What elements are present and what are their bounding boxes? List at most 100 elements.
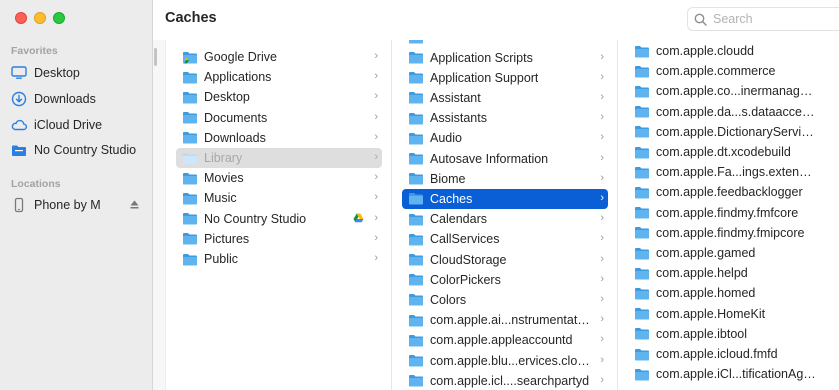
list-item[interactable]: com.apple.feedbacklogger›	[628, 182, 834, 202]
sidebar-scroll-strip	[153, 40, 166, 390]
list-item-label: CloudStorage	[430, 252, 507, 267]
folder-icon	[635, 186, 649, 199]
list-item[interactable]: com.apple.DictionaryServices›	[628, 122, 834, 142]
list-item[interactable]: com.apple.icl....searchpartyd ›	[402, 371, 608, 390]
close-button[interactable]	[15, 12, 27, 24]
locations-header: Locations	[11, 178, 61, 190]
scrollbar-thumb[interactable]	[154, 48, 157, 66]
list-item[interactable]: com.apple.helpd›	[628, 263, 834, 283]
sidebar-item-label: Desktop	[34, 66, 80, 80]
sidebar-item-phone[interactable]: Phone by M	[11, 194, 146, 216]
sidebar-item-desktop[interactable]: Desktop	[11, 62, 146, 84]
folder-icon	[409, 355, 423, 367]
eject-icon[interactable]	[129, 199, 140, 210]
folder-icon	[183, 253, 197, 265]
list-item[interactable]: Application Support ›	[402, 68, 608, 88]
folder-icon	[635, 146, 649, 158]
list-item[interactable]: com.apple.dt.xcodebuild›	[628, 142, 834, 162]
sidebar: Favorites Desktop Downloads iCloud Drive…	[0, 0, 153, 390]
list-item[interactable]: Calendars ›	[402, 209, 608, 229]
list-item-label: com.apple.Fa...ings.extension	[656, 165, 816, 180]
list-item[interactable]: com.apple.findmy.fmfcore›	[628, 203, 834, 223]
list-item-label: com.apple.da...s.dataaccessd	[656, 104, 816, 119]
list-item[interactable]: Downloads ›	[176, 128, 382, 148]
list-item[interactable]: Documents ›	[176, 108, 382, 128]
sidebar-item-no-country-studio[interactable]: No Country Studio	[11, 139, 146, 161]
folder-icon	[635, 368, 649, 381]
search-box[interactable]	[687, 7, 839, 31]
search-input[interactable]	[713, 12, 839, 26]
list-item[interactable]: Pictures ›	[176, 229, 382, 249]
chevron-right-icon: ›	[600, 191, 604, 204]
folder-icon	[409, 334, 423, 347]
list-item-label: com.apple.ibtool	[656, 326, 748, 341]
list-item-label: No Country Studio	[204, 211, 307, 226]
list-item-selected[interactable]: Caches ›	[402, 188, 608, 209]
folder-icon	[409, 274, 423, 286]
list-item[interactable]: com.apple.blu...ervices.cloud ›	[402, 351, 608, 371]
chevron-right-icon: ›	[374, 151, 378, 163]
list-item[interactable]: Library ›	[176, 148, 382, 168]
list-item[interactable]: Biome ›	[402, 169, 608, 189]
list-item[interactable]: com.apple.homed›	[628, 283, 834, 303]
list-item[interactable]: com.apple.ai...nstrumentation ›	[402, 310, 608, 330]
sidebar-item-icloud-drive[interactable]: iCloud Drive	[11, 114, 146, 136]
folder-icon	[183, 192, 197, 205]
list-item[interactable]: Desktop ›	[176, 87, 382, 107]
google-drive-folder-icon	[183, 51, 197, 63]
folder-icon	[409, 233, 423, 246]
list-item[interactable]: Assistant ›	[402, 88, 608, 108]
sidebar-item-label: Downloads	[34, 92, 96, 106]
list-item[interactable]: Applications ›	[176, 67, 382, 87]
chevron-right-icon: ›	[374, 130, 378, 143]
list-item[interactable]: Colors ›	[402, 290, 608, 310]
list-item[interactable]: Music ›	[176, 188, 382, 208]
search-icon	[694, 13, 707, 26]
list-item[interactable]: ColorPickers ›	[402, 270, 608, 290]
list-item[interactable]: com.apple.gamed›	[628, 243, 834, 263]
folder-icon	[183, 71, 197, 84]
list-item[interactable]: com.apple.findmy.fmipcore›	[628, 223, 834, 243]
folder-icon	[409, 153, 423, 165]
list-item[interactable]: No Country Studio ›	[176, 209, 382, 229]
folder-icon	[183, 112, 197, 124]
list-item-label: com.apple.icl....searchpartyd	[430, 373, 590, 388]
folder-icon	[183, 233, 197, 245]
list-item[interactable]: Movies ›	[176, 168, 382, 188]
list-item[interactable]: CallServices ›	[402, 229, 608, 249]
list-item-label: Pictures	[204, 231, 250, 246]
folder-icon	[635, 45, 649, 57]
list-item[interactable]: com.apple.Fa...ings.extension›	[628, 162, 834, 182]
folder-icon	[409, 132, 423, 145]
list-item[interactable]: com.apple.appleaccountd ›	[402, 330, 608, 350]
list-item[interactable]: com.apple.commerce›	[628, 61, 834, 81]
folder-icon	[635, 247, 649, 259]
list-item-label: Movies	[204, 171, 244, 186]
folder-icon	[183, 213, 197, 225]
list-item[interactable]: Google Drive ›	[176, 47, 382, 67]
list-item[interactable]: CloudStorage ›	[402, 250, 608, 270]
list-item[interactable]: Assistants ›	[402, 108, 608, 128]
list-item-label: ColorPickers	[430, 272, 501, 287]
minimize-button[interactable]	[34, 12, 46, 24]
list-item-label: com.apple.co...inermanagerd	[656, 84, 816, 99]
chevron-right-icon: ›	[600, 151, 604, 164]
zoom-button[interactable]	[53, 12, 65, 24]
list-item[interactable]: com.apple.co...inermanagerd›	[628, 81, 834, 101]
list-item[interactable]: Autosave Information ›	[402, 149, 608, 169]
folder-icon	[635, 207, 649, 219]
list-item[interactable]: com.apple.da...s.dataaccessd›	[628, 102, 834, 122]
sidebar-item-downloads[interactable]: Downloads	[11, 88, 146, 110]
list-item-partial[interactable]	[402, 40, 608, 47]
list-item[interactable]: com.apple.cloudd›	[628, 41, 834, 61]
list-item[interactable]: com.apple.icloud.fmfd›	[628, 344, 834, 364]
sidebar-item-label: Phone by M	[34, 198, 101, 212]
list-item[interactable]: Public ›	[176, 249, 382, 269]
list-item[interactable]: Application Scripts ›	[402, 48, 608, 68]
folder-icon	[409, 193, 423, 205]
list-item[interactable]: Audio ›	[402, 128, 608, 148]
list-item[interactable]: com.apple.ibtool›	[628, 324, 834, 344]
list-item[interactable]: com.apple.HomeKit›	[628, 304, 834, 324]
list-item[interactable]: com.apple.iCl...tificationAgent›	[628, 364, 834, 384]
list-item-label: Public	[204, 252, 239, 266]
